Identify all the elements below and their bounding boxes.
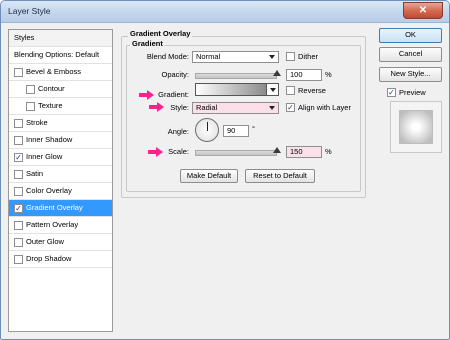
dither-checkbox[interactable] bbox=[286, 52, 295, 61]
make-default-button[interactable]: Make Default bbox=[180, 169, 238, 183]
align-with-layer-checkbox[interactable]: ✓ bbox=[286, 103, 295, 112]
scale-label: Scale: bbox=[168, 147, 189, 156]
opacity-label: Opacity: bbox=[161, 70, 189, 79]
style-checkbox[interactable] bbox=[26, 102, 35, 111]
preview-box bbox=[390, 101, 442, 153]
dialog-body: Styles Blending Options: Default Bevel & E… bbox=[2, 24, 448, 339]
angle-unit: ° bbox=[252, 124, 255, 133]
style-checkbox[interactable] bbox=[14, 68, 23, 77]
chevron-down-icon bbox=[270, 88, 276, 92]
style-checkbox[interactable] bbox=[14, 119, 23, 128]
sidebar-item-label: Contour bbox=[38, 84, 65, 93]
style-checkbox[interactable] bbox=[14, 187, 23, 196]
opacity-unit: % bbox=[325, 70, 332, 79]
angle-label: Angle: bbox=[167, 127, 189, 136]
scale-unit: % bbox=[325, 147, 332, 156]
style-label: Style: bbox=[170, 103, 189, 112]
opacity-input[interactable]: 100 bbox=[286, 69, 322, 81]
sidebar-item-label: Gradient Overlay bbox=[26, 203, 83, 212]
preview-swatch bbox=[399, 110, 433, 144]
style-dropdown[interactable]: Radial bbox=[192, 102, 279, 114]
style-checkbox[interactable] bbox=[14, 255, 23, 264]
sidebar-item-label: Drop Shadow bbox=[26, 254, 72, 263]
reset-to-default-button[interactable]: Reset to Default bbox=[245, 169, 315, 183]
style-checkbox[interactable]: ✓ bbox=[14, 153, 23, 162]
ok-button[interactable]: OK bbox=[379, 28, 442, 43]
sidebar-item-label: Pattern Overlay bbox=[26, 220, 79, 229]
sidebar-item-label: Inner Glow bbox=[26, 152, 63, 161]
sidebar-item-outer-glow[interactable]: Outer Glow bbox=[9, 234, 112, 251]
sidebar-item-color-overlay[interactable]: Color Overlay bbox=[9, 183, 112, 200]
angle-dial[interactable] bbox=[195, 118, 219, 142]
gradient-subgroup bbox=[126, 45, 361, 192]
sidebar-item-satin[interactable]: Satin bbox=[9, 166, 112, 183]
sidebar-item-label: Styles bbox=[14, 33, 35, 42]
dither-label: Dither bbox=[298, 52, 319, 61]
angle-indicator bbox=[207, 122, 208, 131]
scale-input[interactable]: 150 bbox=[286, 146, 322, 158]
reverse-label: Reverse bbox=[298, 86, 326, 95]
gradient-label: Gradient: bbox=[158, 90, 189, 99]
sidebar-item-gradient-overlay[interactable]: ✓ Gradient Overlay bbox=[9, 200, 112, 217]
gradient-picker-button[interactable] bbox=[266, 83, 279, 96]
sidebar-item-label: Satin bbox=[26, 169, 44, 178]
sidebar-item-contour[interactable]: Contour bbox=[9, 81, 112, 98]
opacity-slider[interactable] bbox=[195, 73, 277, 79]
sidebar-item-label: Color Overlay bbox=[26, 186, 72, 195]
window-title: Layer Style bbox=[8, 6, 51, 16]
chevron-down-icon bbox=[269, 55, 275, 59]
sidebar-item-pattern-overlay[interactable]: Pattern Overlay bbox=[9, 217, 112, 234]
scale-slider[interactable] bbox=[195, 150, 277, 156]
layer-style-dialog: Layer Style ✕ Styles Blending Options: De… bbox=[0, 0, 450, 340]
group-title: Gradient Overlay bbox=[128, 29, 193, 38]
sidebar-item-inner-shadow[interactable]: Inner Shadow bbox=[9, 132, 112, 149]
sidebar-item-bevel-emboss[interactable]: Bevel & Emboss bbox=[9, 64, 112, 81]
style-checkbox[interactable] bbox=[14, 238, 23, 247]
blend-mode-value: Normal bbox=[196, 52, 221, 61]
subgroup-title: Gradient bbox=[130, 39, 165, 48]
sidebar-item-label: Outer Glow bbox=[26, 237, 64, 246]
cancel-button[interactable]: Cancel bbox=[379, 47, 442, 62]
style-value: Radial bbox=[196, 103, 218, 112]
sidebar-item-label: Inner Shadow bbox=[26, 135, 73, 144]
style-checkbox[interactable]: ✓ bbox=[14, 204, 23, 213]
sidebar-item-texture[interactable]: Texture bbox=[9, 98, 112, 115]
style-checkbox[interactable] bbox=[14, 136, 23, 145]
sidebar-item-stroke[interactable]: Stroke bbox=[9, 115, 112, 132]
styles-list: Styles Blending Options: Default Bevel & E… bbox=[8, 29, 113, 332]
close-button[interactable]: ✕ bbox=[403, 2, 443, 19]
angle-input[interactable]: 90 bbox=[223, 125, 249, 137]
opacity-slider-handle[interactable] bbox=[273, 70, 281, 76]
style-checkbox[interactable] bbox=[14, 170, 23, 179]
preview-label: Preview bbox=[399, 88, 426, 97]
sidebar-item-label: Bevel & Emboss bbox=[26, 67, 82, 76]
title-bar[interactable]: Layer Style ✕ bbox=[1, 1, 449, 23]
sidebar-item-blending-options-default[interactable]: Blending Options: Default bbox=[9, 47, 112, 64]
chevron-down-icon bbox=[269, 106, 275, 110]
gradient-swatch[interactable] bbox=[195, 83, 277, 96]
sidebar-item-label: Blending Options: Default bbox=[14, 50, 100, 59]
sidebar-item-drop-shadow[interactable]: Drop Shadow bbox=[9, 251, 112, 268]
blend-mode-label: Blend Mode: bbox=[146, 52, 189, 61]
scale-slider-handle[interactable] bbox=[273, 147, 281, 153]
align-with-layer-label: Align with Layer bbox=[298, 103, 351, 112]
style-checkbox[interactable] bbox=[26, 85, 35, 94]
sidebar-item-label: Texture bbox=[38, 101, 63, 110]
reverse-checkbox[interactable] bbox=[286, 86, 295, 95]
style-checkbox[interactable] bbox=[14, 221, 23, 230]
sidebar-item-label: Stroke bbox=[26, 118, 48, 127]
blend-mode-dropdown[interactable]: Normal bbox=[192, 51, 279, 63]
new-style-button[interactable]: New Style... bbox=[379, 67, 442, 82]
sidebar-item-styles[interactable]: Styles bbox=[9, 30, 112, 47]
preview-checkbox[interactable]: ✓ bbox=[387, 88, 396, 97]
sidebar-item-inner-glow[interactable]: ✓ Inner Glow bbox=[9, 149, 112, 166]
